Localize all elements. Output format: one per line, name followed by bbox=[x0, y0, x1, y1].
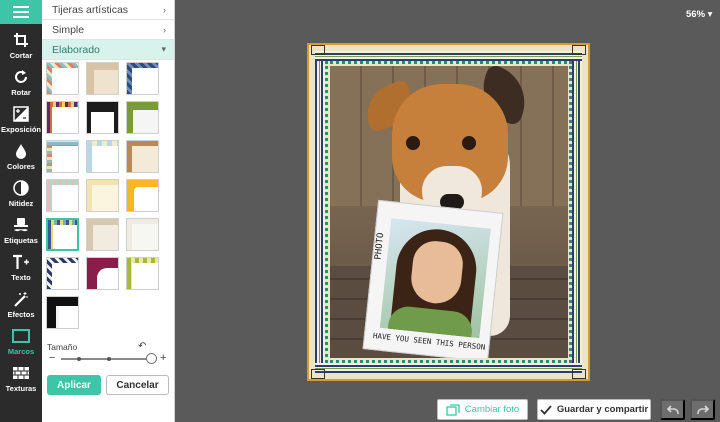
cancel-button[interactable]: Cancelar bbox=[106, 375, 169, 395]
tool-frames[interactable]: Marcos bbox=[0, 323, 42, 360]
category-label: Tijeras artísticas bbox=[52, 3, 129, 16]
frames-panel: Tijeras artísticas › Simple › Elaborado … bbox=[42, 0, 175, 422]
reset-icon[interactable]: ↶ bbox=[138, 341, 146, 352]
mustache-hat-icon bbox=[12, 216, 30, 234]
tool-stickers[interactable]: Etiquetas bbox=[0, 212, 42, 249]
zoom-level: 56% bbox=[686, 9, 706, 20]
tool-label: Nitidez bbox=[8, 199, 34, 208]
tool-text[interactable]: Texto bbox=[0, 249, 42, 286]
apply-button[interactable]: Aplicar bbox=[47, 375, 101, 395]
tool-label: Etiquetas bbox=[4, 236, 38, 245]
frame-thumbnail[interactable] bbox=[46, 101, 79, 134]
plus-icon: + bbox=[160, 352, 167, 364]
frame-thumbnail[interactable] bbox=[126, 101, 159, 134]
frame-thumbnail[interactable] bbox=[126, 257, 159, 290]
slider-handle[interactable] bbox=[146, 353, 157, 364]
checkmark-icon bbox=[540, 404, 552, 415]
tool-exposure[interactable]: Exposición bbox=[0, 101, 42, 138]
tool-label: Colores bbox=[7, 162, 35, 171]
frame-thumbnail[interactable] bbox=[46, 140, 79, 173]
chevron-down-icon: ▾ bbox=[161, 44, 166, 54]
chevron-down-icon: ▾ bbox=[707, 9, 713, 20]
magic-wand-icon bbox=[13, 290, 29, 308]
frame-thumbnail[interactable] bbox=[86, 140, 119, 173]
frame-stripe bbox=[315, 51, 582, 61]
redo-icon bbox=[696, 404, 709, 414]
chevron-right-icon: › bbox=[163, 24, 166, 35]
woman-portrait bbox=[379, 218, 491, 339]
minus-icon: − bbox=[49, 352, 56, 364]
tool-label: Texturas bbox=[5, 384, 37, 393]
tool-colors[interactable]: Colores bbox=[0, 138, 42, 175]
category-label: Simple bbox=[52, 23, 85, 36]
rotate-icon bbox=[13, 68, 29, 86]
menu-button[interactable] bbox=[0, 0, 42, 24]
tool-label: Efectos bbox=[7, 310, 35, 319]
frame-thumbnail[interactable] bbox=[46, 296, 79, 329]
save-share-label: Guardar y compartir bbox=[556, 404, 649, 415]
frame-thumbnail[interactable] bbox=[86, 101, 119, 134]
frame-icon bbox=[12, 327, 30, 345]
zoom-control[interactable]: 56% ▾ bbox=[686, 9, 712, 20]
category-elaborate[interactable]: Elaborado ▾ bbox=[42, 40, 174, 60]
tool-rotate[interactable]: Rotar bbox=[0, 64, 42, 101]
frame-thumbnail[interactable] bbox=[86, 179, 119, 212]
frame-corner bbox=[572, 369, 586, 379]
tool-label: Rotar bbox=[11, 88, 31, 97]
tool-crop[interactable]: Cortar bbox=[0, 27, 42, 64]
exposure-icon bbox=[13, 105, 29, 123]
frame-thumbnail[interactable] bbox=[126, 140, 159, 173]
frame-stripe bbox=[572, 51, 582, 373]
category-artistic-scissors[interactable]: Tijeras artísticas › bbox=[42, 0, 174, 20]
tool-textures[interactable]: Texturas bbox=[0, 360, 42, 397]
frame-thumbnail[interactable] bbox=[86, 62, 119, 95]
tool-effects[interactable]: Efectos bbox=[0, 286, 42, 323]
slider-tick bbox=[107, 357, 111, 361]
dog-eye bbox=[462, 136, 476, 150]
save-share-button[interactable]: Guardar y compartir bbox=[537, 399, 651, 420]
category-label: Elaborado bbox=[52, 43, 100, 56]
frame-thumbnail[interactable] bbox=[126, 179, 159, 212]
frame-stripe bbox=[315, 51, 325, 373]
chevron-right-icon: › bbox=[163, 4, 166, 15]
category-simple[interactable]: Simple › bbox=[42, 20, 174, 40]
tool-rail: Cortar Rotar Exposición Colores Nitidez … bbox=[0, 0, 42, 422]
slider-tick bbox=[77, 357, 81, 361]
frame-thumbnail[interactable] bbox=[126, 62, 159, 95]
size-label: Tamaño bbox=[47, 342, 78, 352]
frame-stripe bbox=[315, 363, 582, 373]
undo-icon bbox=[666, 404, 679, 414]
sharpness-icon bbox=[13, 179, 29, 197]
frame-corner bbox=[572, 45, 586, 55]
undo-button[interactable] bbox=[660, 399, 685, 420]
text-plus-icon bbox=[12, 253, 30, 271]
droplet-icon bbox=[14, 142, 28, 160]
frame-thumbnail[interactable] bbox=[86, 257, 119, 290]
polaroid-photo: PHOTO HAVE YOU SEEN THIS PERSON bbox=[362, 199, 504, 358]
change-photo-label: Cambiar foto bbox=[464, 404, 520, 415]
tool-label: Exposición bbox=[0, 125, 41, 134]
hamburger-icon bbox=[13, 11, 29, 13]
canvas-photo: PHOTO HAVE YOU SEEN THIS PERSON bbox=[330, 66, 568, 358]
tool-label: Cortar bbox=[9, 51, 33, 60]
size-slider[interactable]: − + bbox=[49, 352, 169, 366]
frame-corner bbox=[311, 369, 325, 379]
frame-thumbnail[interactable] bbox=[126, 218, 159, 251]
tool-label: Marcos bbox=[7, 347, 35, 356]
change-photo-button[interactable]: Cambiar foto bbox=[437, 399, 528, 420]
photo-text: PHOTO bbox=[373, 232, 387, 261]
tool-sharpness[interactable]: Nitidez bbox=[0, 175, 42, 212]
photos-icon bbox=[446, 403, 460, 416]
crop-icon bbox=[13, 31, 29, 49]
frame-thumbnail[interactable] bbox=[46, 179, 79, 212]
frame-thumbnail[interactable] bbox=[86, 218, 119, 251]
tool-label: Texto bbox=[11, 273, 31, 282]
frame-thumbnail-selected[interactable] bbox=[46, 218, 79, 251]
brick-texture-icon bbox=[12, 364, 30, 382]
frame-corner bbox=[311, 45, 325, 55]
frame-thumbnail[interactable] bbox=[46, 62, 79, 95]
redo-button[interactable] bbox=[690, 399, 715, 420]
dog-eye bbox=[406, 136, 420, 150]
frame-thumbnail[interactable] bbox=[46, 257, 79, 290]
